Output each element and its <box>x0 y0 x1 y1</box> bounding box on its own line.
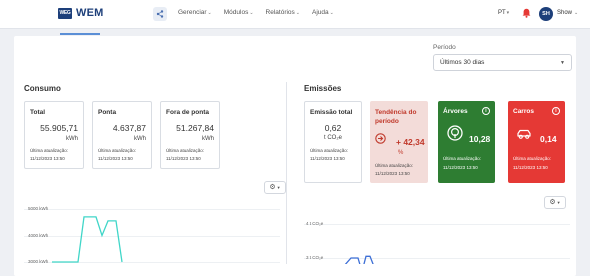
emissoes-series-line <box>344 255 374 264</box>
emissoes-line-chart <box>344 255 374 264</box>
